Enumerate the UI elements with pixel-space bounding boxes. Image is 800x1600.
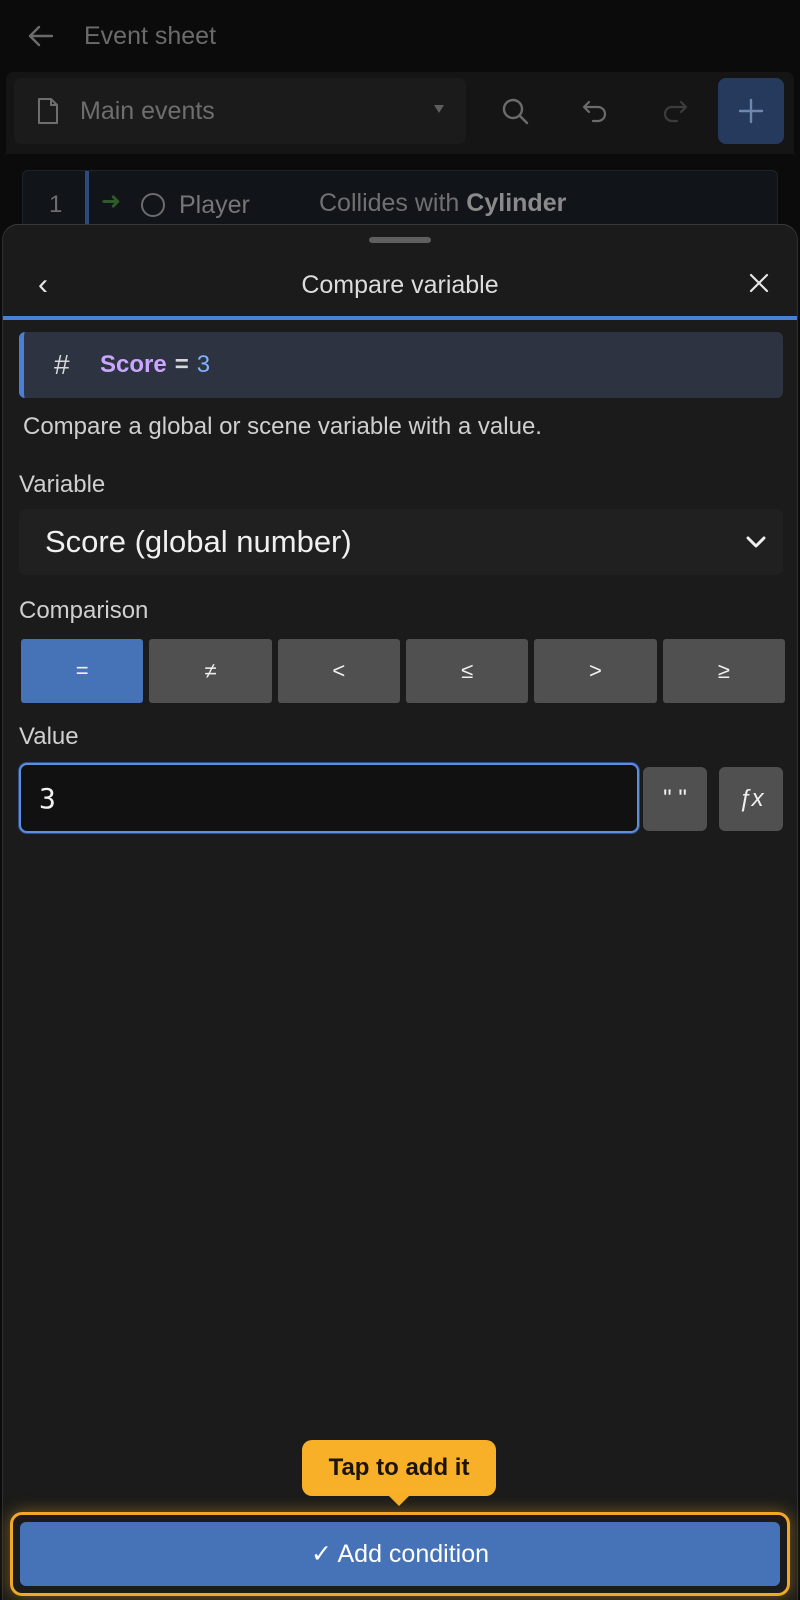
variable-select[interactable]: Score (global number) xyxy=(19,509,783,575)
redo-button[interactable] xyxy=(642,78,708,144)
plus-icon xyxy=(738,98,764,124)
document-icon xyxy=(36,97,60,125)
preview-value: 3 xyxy=(196,351,211,378)
event-number: 1 xyxy=(49,191,63,218)
comparison-not-equal-button[interactable]: ≠ xyxy=(149,639,272,703)
compare-variable-sheet: ‹ Compare variable # Score = 3 Compare a… xyxy=(2,224,798,1600)
comparison-equal-button[interactable]: = xyxy=(21,639,144,703)
drag-handle[interactable] xyxy=(369,237,431,243)
value-input[interactable]: 3 xyxy=(19,763,639,833)
comparison-label: Comparison xyxy=(19,597,149,624)
event-toolbar: Main events xyxy=(6,72,794,154)
add-event-button[interactable] xyxy=(718,78,784,144)
tooltip: Tap to add it xyxy=(302,1440,496,1506)
page-title: Event sheet xyxy=(84,21,217,50)
comparison-greater-button[interactable]: > xyxy=(534,639,657,703)
variable-select-value: Score (global number) xyxy=(45,524,352,559)
object-circle-icon xyxy=(141,193,165,217)
redo-icon xyxy=(663,100,688,123)
string-quote-button[interactable]: " " xyxy=(643,767,707,831)
event-object-name: Player xyxy=(179,191,250,219)
app-header: Event sheet xyxy=(0,0,800,72)
condition-preview: # Score = 3 xyxy=(19,332,783,398)
comparison-less-button[interactable]: < xyxy=(277,639,400,703)
arrow-right-icon: ➜ xyxy=(101,188,122,215)
comparison-less-equal-button[interactable]: ≤ xyxy=(405,639,529,703)
chevron-left-icon[interactable]: ‹ xyxy=(27,265,59,305)
variable-label: Variable xyxy=(19,471,106,498)
sheet-selector[interactable]: Main events xyxy=(14,78,466,144)
arrow-left-icon[interactable] xyxy=(26,21,56,51)
close-icon[interactable] xyxy=(739,263,779,303)
event-condition: Collides with Cylinder xyxy=(319,189,567,217)
preview-operator: = xyxy=(174,351,189,378)
value-label: Value xyxy=(19,723,79,750)
hash-icon: # xyxy=(54,349,70,380)
title-divider xyxy=(3,316,797,320)
undo-button[interactable] xyxy=(562,78,628,144)
add-condition-button[interactable]: ✓ Add condition xyxy=(20,1522,780,1586)
dialog-title: Compare variable xyxy=(301,271,499,299)
search-button[interactable] xyxy=(482,78,548,144)
caret-down-icon xyxy=(434,105,444,113)
search-icon xyxy=(502,98,529,125)
condition-description: Compare a global or scene variable with … xyxy=(23,413,542,440)
comparison-greater-equal-button[interactable]: ≥ xyxy=(662,639,785,703)
undo-icon xyxy=(582,100,607,123)
expression-button[interactable]: ƒx xyxy=(719,767,783,831)
sheet-name: Main events xyxy=(80,96,215,125)
preview-variable: Score xyxy=(100,351,167,378)
comparison-buttons: = ≠ < ≤ > ≥ xyxy=(21,639,785,703)
chevron-down-icon xyxy=(745,531,767,553)
